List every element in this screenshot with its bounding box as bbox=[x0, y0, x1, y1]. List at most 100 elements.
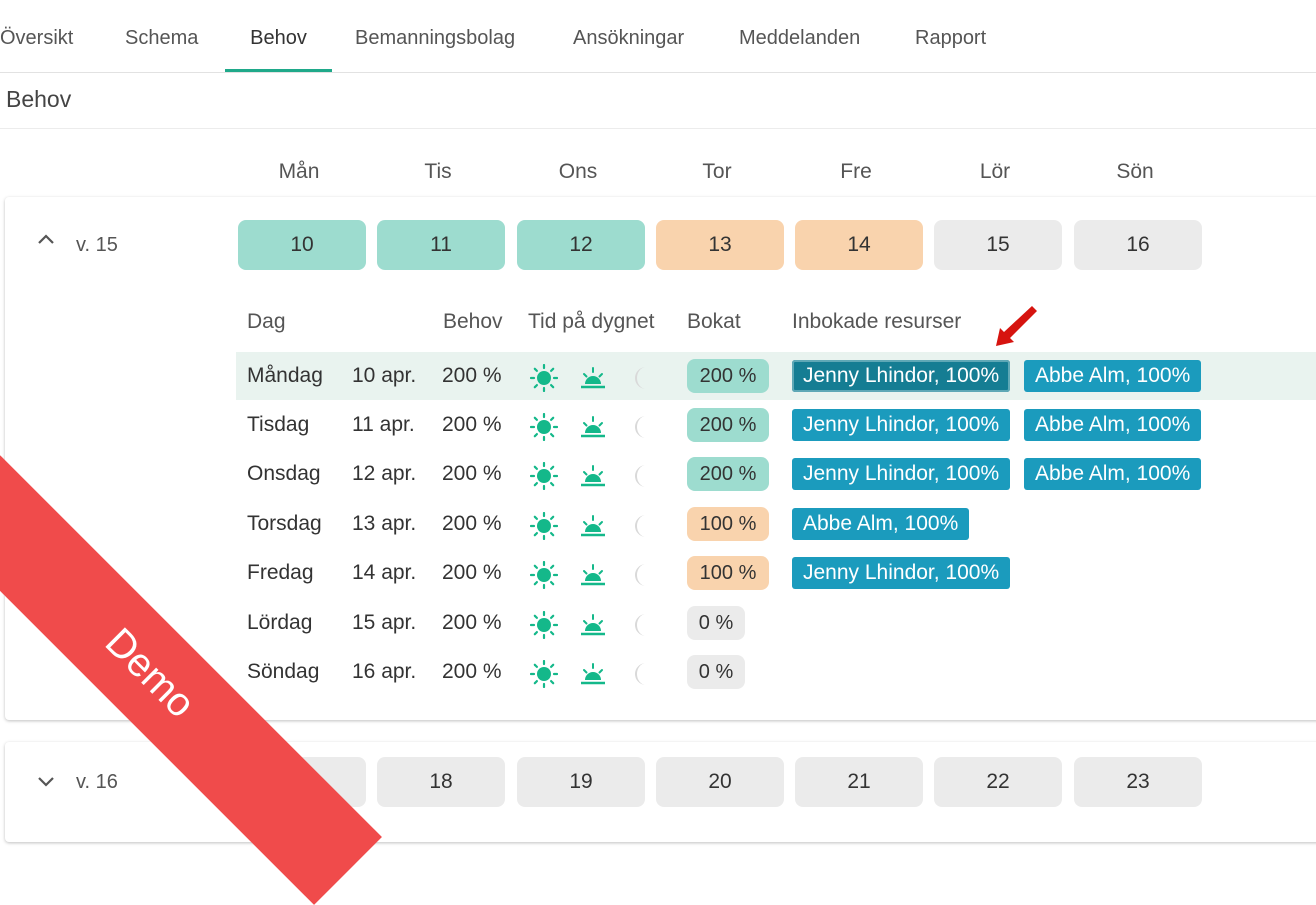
row-behov: 200 % bbox=[442, 611, 502, 634]
day-pill[interactable]: 16 bbox=[1074, 220, 1202, 270]
resource-tag[interactable]: Abbe Alm, 100% bbox=[1024, 360, 1202, 392]
column-header-dag: Dag bbox=[247, 310, 286, 333]
row-date: 14 apr. bbox=[352, 561, 417, 584]
table-row: Tisdag 11 apr. 200 % 200 % Jenny Lhindor, 10… bbox=[236, 401, 1316, 449]
sun-icon[interactable] bbox=[529, 610, 559, 640]
moon-icon[interactable] bbox=[628, 512, 656, 540]
day-pill[interactable]: 12 bbox=[517, 220, 645, 270]
resource-tag[interactable]: Abbe Alm, 100% bbox=[792, 508, 970, 540]
moon-icon[interactable] bbox=[628, 561, 656, 589]
day-pill[interactable]: 18 bbox=[377, 757, 505, 807]
row-day: Tisdag bbox=[247, 413, 310, 436]
day-pill[interactable]: 11 bbox=[377, 220, 505, 270]
day-pill[interactable]: 10 bbox=[238, 220, 366, 270]
moon-icon[interactable] bbox=[628, 660, 656, 688]
tab-meddelanden[interactable]: Meddelanden bbox=[739, 0, 860, 72]
moon-icon[interactable] bbox=[628, 364, 656, 392]
row-day: Onsdag bbox=[247, 462, 321, 485]
resource-tag[interactable]: Abbe Alm, 100% bbox=[1024, 409, 1202, 441]
weekday-header-wed: Ons bbox=[558, 160, 598, 183]
sun-icon[interactable] bbox=[529, 461, 559, 491]
bokat-badge: 0 % bbox=[687, 606, 745, 640]
day-pill[interactable]: 21 bbox=[795, 757, 923, 807]
day-pill[interactable]: 22 bbox=[934, 757, 1062, 807]
row-day: Måndag bbox=[247, 364, 323, 387]
table-row: Måndag 10 apr. 200 % 200 % Jenny Lhindor, 10… bbox=[236, 352, 1316, 400]
sun-icon[interactable] bbox=[529, 560, 559, 590]
sun-icon[interactable] bbox=[529, 412, 559, 442]
table-row: Söndag 16 apr. 200 % 0 % bbox=[236, 648, 1316, 696]
active-tab-indicator bbox=[225, 69, 332, 72]
chevron-down-icon[interactable] bbox=[37, 775, 55, 793]
table-row: Onsdag 12 apr. 200 % 200 % Jenny Lhindor, 10… bbox=[236, 450, 1316, 498]
tab-schema[interactable]: Schema bbox=[125, 0, 198, 72]
resource-tag[interactable]: Jenny Lhindor, 100% bbox=[792, 409, 1011, 441]
day-pill[interactable]: 15 bbox=[934, 220, 1062, 270]
sunrise-icon[interactable] bbox=[579, 561, 607, 589]
row-day: Torsdag bbox=[247, 512, 322, 535]
day-pill[interactable]: 13 bbox=[656, 220, 784, 270]
sunrise-icon[interactable] bbox=[579, 364, 607, 392]
resource-tag[interactable]: Abbe Alm, 100% bbox=[1024, 458, 1202, 490]
bokat-badge: 100 % bbox=[687, 556, 769, 590]
weekday-header-mon: Mån bbox=[278, 160, 320, 183]
weekday-header-fri: Fre bbox=[840, 160, 872, 183]
row-date: 15 apr. bbox=[352, 611, 417, 634]
resource-tag[interactable]: Jenny Lhindor, 100% bbox=[792, 458, 1011, 490]
column-header-bokat: Bokat bbox=[687, 310, 741, 333]
row-day: Lördag bbox=[247, 611, 313, 634]
moon-icon[interactable] bbox=[628, 462, 656, 490]
week-label: v. 16 bbox=[76, 771, 118, 793]
tab-bar: Översikt Schema Behov Bemanningsbolag An… bbox=[0, 0, 1316, 73]
table-row: Lördag 15 apr. 200 % 0 % bbox=[236, 599, 1316, 647]
bokat-badge: 200 % bbox=[687, 408, 769, 442]
row-behov: 200 % bbox=[442, 660, 502, 683]
row-day: Fredag bbox=[247, 561, 314, 584]
sun-icon[interactable] bbox=[529, 659, 559, 689]
divider bbox=[0, 128, 1316, 129]
tab-behov-label: Behov bbox=[250, 27, 307, 49]
row-date: 16 apr. bbox=[352, 660, 417, 683]
row-date: 12 apr. bbox=[352, 462, 417, 485]
tab-rapport[interactable]: Rapport bbox=[915, 0, 986, 72]
row-date: 13 apr. bbox=[352, 512, 417, 535]
table-row: Torsdag 13 apr. 200 % 100 % Abbe Alm, 100% bbox=[236, 500, 1316, 548]
moon-icon[interactable] bbox=[628, 611, 656, 639]
day-pill[interactable]: 20 bbox=[656, 757, 784, 807]
day-pill[interactable]: 23 bbox=[1074, 757, 1202, 807]
table-row: Fredag 14 apr. 200 % 100 % Jenny Lhindor, 10… bbox=[236, 549, 1316, 597]
bokat-badge: 100 % bbox=[687, 507, 769, 541]
resource-tag[interactable]: Jenny Lhindor, 100% bbox=[792, 360, 1011, 392]
sunrise-icon[interactable] bbox=[579, 660, 607, 688]
resource-tag[interactable]: Jenny Lhindor, 100% bbox=[792, 557, 1011, 589]
bokat-badge: 0 % bbox=[687, 655, 745, 689]
weekday-header-sat: Lör bbox=[979, 160, 1011, 183]
row-date: 11 apr. bbox=[352, 413, 415, 436]
sunrise-icon[interactable] bbox=[579, 413, 607, 441]
row-behov: 200 % bbox=[442, 413, 502, 436]
bokat-badge: 200 % bbox=[687, 457, 769, 491]
page-title: Behov bbox=[6, 86, 72, 112]
row-behov: 200 % bbox=[442, 561, 502, 584]
tab-oversikt[interactable]: Översikt bbox=[0, 0, 73, 72]
row-behov: 200 % bbox=[442, 512, 502, 535]
tab-bemanningsbolag[interactable]: Bemanningsbolag bbox=[355, 0, 515, 72]
sun-icon[interactable] bbox=[529, 511, 559, 541]
sun-icon[interactable] bbox=[529, 363, 559, 393]
tab-ansokningar[interactable]: Ansökningar bbox=[573, 0, 684, 72]
weekday-header-sun: Sön bbox=[1116, 160, 1154, 183]
day-pill[interactable]: 14 bbox=[795, 220, 923, 270]
sunrise-icon[interactable] bbox=[579, 611, 607, 639]
tab-behov[interactable]: Behov bbox=[225, 0, 332, 72]
sunrise-icon[interactable] bbox=[579, 512, 607, 540]
day-pill[interactable]: 19 bbox=[517, 757, 645, 807]
sunrise-icon[interactable] bbox=[579, 462, 607, 490]
column-header-resurser: Inbokade resurser bbox=[792, 310, 962, 333]
row-behov: 200 % bbox=[442, 364, 502, 387]
column-header-behov: Behov bbox=[443, 310, 503, 333]
arrow-pointer-icon bbox=[996, 306, 1037, 346]
bokat-badge: 200 % bbox=[687, 359, 769, 393]
weekday-header-thu: Tor bbox=[702, 160, 732, 183]
moon-icon[interactable] bbox=[628, 413, 656, 441]
chevron-up-icon[interactable] bbox=[37, 232, 55, 250]
